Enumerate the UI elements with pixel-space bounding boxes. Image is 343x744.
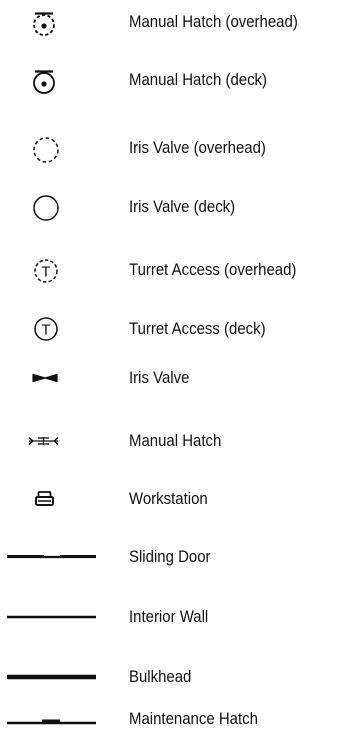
legend-label: Manual Hatch <box>129 431 222 450</box>
iris-valve-deck-icon <box>33 195 59 221</box>
legend-row-iris-valve-deck: Iris Valve (deck) <box>0 187 343 227</box>
legend-label: Turret Access (overhead) <box>129 260 297 279</box>
legend-row-sliding-door: Sliding Door <box>0 537 343 577</box>
turret-letter: T <box>41 322 50 339</box>
turret-access-overhead-icon: T <box>34 259 58 283</box>
legend-row-maintenance-hatch: Maintenance Hatch <box>0 699 343 739</box>
legend-row-bulkhead: Bulkhead <box>0 657 343 697</box>
sliding-door-icon <box>7 555 96 559</box>
maintenance-hatch-icon <box>7 719 96 725</box>
iris-valve-overhead-icon <box>33 137 59 163</box>
legend-row-manual-hatch-deck: Manual Hatch (deck) <box>0 60 343 100</box>
iris-valve-icon <box>32 373 58 383</box>
legend-row-manual-hatch-overhead: Manual Hatch (overhead) <box>0 2 343 42</box>
interior-wall-icon <box>7 615 96 619</box>
manual-hatch-deck-icon <box>33 70 55 94</box>
legend-label: Workstation <box>129 489 208 508</box>
legend-row-iris-valve: Iris Valve <box>0 358 343 398</box>
manual-hatch-icon <box>28 437 59 445</box>
legend-row-manual-hatch: Manual Hatch <box>0 421 343 461</box>
workstation-icon <box>35 491 54 506</box>
legend-row-interior-wall: Interior Wall <box>0 597 343 637</box>
legend-row-iris-valve-overhead: Iris Valve (overhead) <box>0 128 343 168</box>
legend-label: Iris Valve (overhead) <box>129 138 266 157</box>
legend-row-turret-access-deck: T Turret Access (deck) <box>0 309 343 349</box>
turret-access-deck-icon: T <box>34 317 58 341</box>
manual-hatch-overhead-icon <box>33 12 55 36</box>
legend-label: Iris Valve <box>129 368 190 387</box>
legend-label: Interior Wall <box>129 607 209 626</box>
legend-label: Manual Hatch (deck) <box>129 70 268 89</box>
legend-label: Manual Hatch (overhead) <box>129 12 298 31</box>
legend-label: Iris Valve (deck) <box>129 197 236 216</box>
symbol-legend: Manual Hatch (overhead) Manual Hatch (de… <box>0 0 343 744</box>
legend-label: Maintenance Hatch <box>129 709 258 728</box>
legend-label: Bulkhead <box>129 667 192 686</box>
turret-letter: T <box>41 264 50 281</box>
legend-row-workstation: Workstation <box>0 479 343 519</box>
legend-label: Turret Access (deck) <box>129 319 266 338</box>
bulkhead-icon <box>7 674 96 680</box>
legend-row-turret-access-overhead: T Turret Access (overhead) <box>0 250 343 290</box>
legend-label: Sliding Door <box>129 547 211 566</box>
